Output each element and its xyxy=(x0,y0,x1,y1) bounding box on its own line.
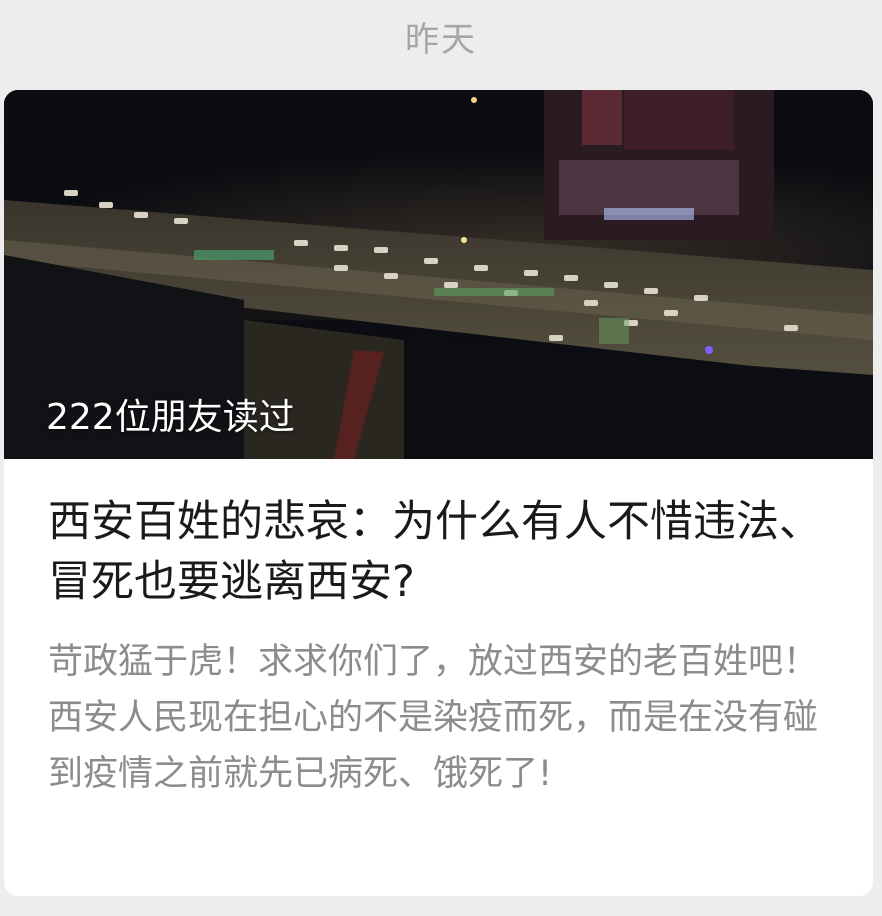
article-card[interactable]: 222位朋友读过 西安百姓的悲哀：为什么有人不惜违法、冒死也要逃离西安? 苛政猛… xyxy=(4,90,873,896)
date-separator: 昨天 xyxy=(405,20,477,60)
article-summary[interactable]: 苛政猛于虎！求求你们了，放过西安的老百姓吧！西安人民现在担心的不是染疫而死，而是… xyxy=(48,634,848,802)
read-count-label: 222位朋友读过 xyxy=(46,397,295,438)
article-title[interactable]: 西安百姓的悲哀：为什么有人不惜违法、冒死也要逃离西安? xyxy=(48,492,848,612)
cover-image[interactable]: 222位朋友读过 xyxy=(4,90,873,459)
